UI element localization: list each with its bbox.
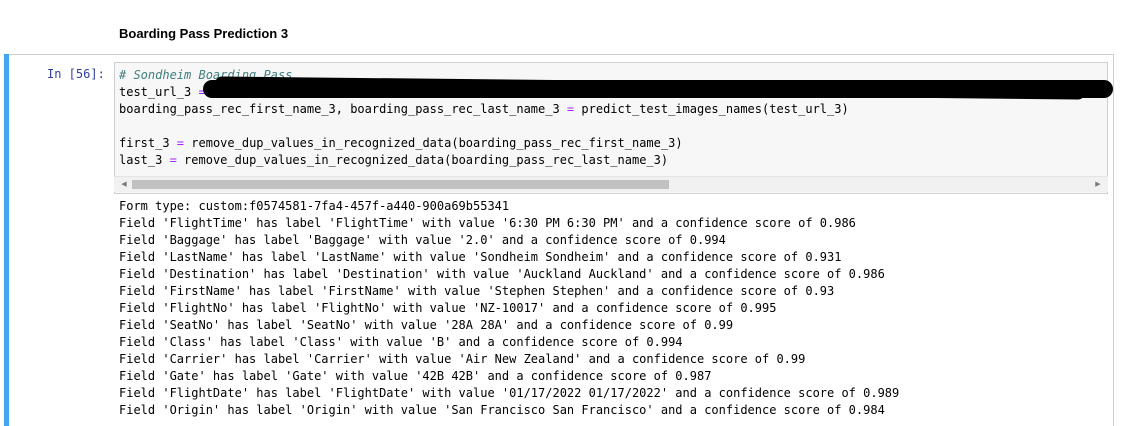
code-token: remove_dup_values_in_recognized_data(boa… [184, 153, 669, 167]
output-line: Field 'Carrier' has label 'Carrier' with… [119, 352, 806, 366]
code-line-6: last_3 = remove_dup_values_in_recognized… [119, 152, 849, 169]
output-line: Field 'Destination' has label 'Destinati… [119, 267, 885, 281]
output-line: Field 'Gate' has label 'Gate' with value… [119, 369, 712, 383]
cell-selection-bar [4, 54, 9, 426]
markdown-heading: Boarding Pass Prediction 3 [119, 26, 289, 41]
input-prompt: In [56]: [47, 67, 105, 81]
code-line-3: boarding_pass_rec_first_name_3, boarding… [119, 101, 849, 118]
output-line: Field 'FirstName' has label 'FirstName' … [119, 284, 835, 298]
code-operator: = [169, 136, 192, 150]
code-token: remove_dup_values_in_recognized_data(boa… [191, 136, 683, 150]
output-line: Field 'FlightNo' has label 'FlightNo' wi… [119, 301, 777, 315]
code-token: last_3 [119, 153, 163, 167]
cell-output: Form type: custom:f0574581-7fa4-457f-a44… [119, 198, 899, 419]
output-line: Field 'Origin' has label 'Origin' with v… [119, 403, 885, 417]
code-line-5: first_3 = remove_dup_values_in_recognize… [119, 135, 849, 152]
scroll-left-icon[interactable]: ◀ [116, 177, 132, 192]
code-token: predict_test_images_names(test_url_3) [581, 102, 849, 116]
code-operator: = [162, 153, 185, 167]
scroll-right-icon[interactable]: ▶ [1090, 177, 1106, 192]
code-token: first_3 [119, 136, 170, 150]
code-token: test_url_3 [119, 85, 192, 99]
output-line: Field 'FlightTime' has label 'FlightTime… [119, 216, 856, 230]
code-token: boarding_pass_rec_first_name_3, boarding… [119, 102, 560, 116]
horizontal-scrollbar[interactable]: ◀ ▶ [114, 176, 1108, 192]
code-operator: = [559, 102, 582, 116]
output-line: Form type: custom:f0574581-7fa4-457f-a44… [119, 199, 510, 213]
output-line: Field 'SeatNo' has label 'SeatNo' with v… [119, 318, 734, 332]
scrollbar-thumb[interactable] [132, 180, 669, 189]
output-line: Field 'Class' has label 'Class' with val… [119, 335, 683, 349]
output-line: Field 'Baggage' has label 'Baggage' with… [119, 233, 726, 247]
output-line: Field 'LastName' has label 'LastName' wi… [119, 250, 842, 264]
output-line: Field 'FlightDate' has label 'FlightDate… [119, 386, 900, 400]
